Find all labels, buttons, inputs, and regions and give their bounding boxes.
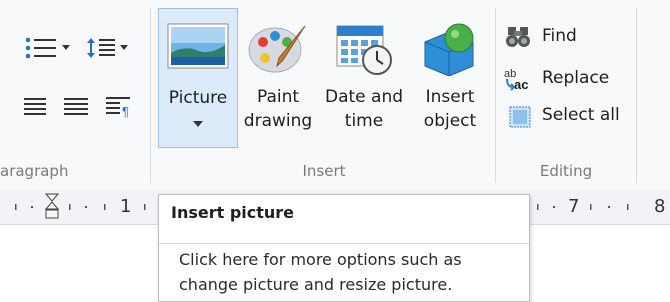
date-time-label-line2: time [344,111,384,131]
insert-object-label-line1: Insert [425,87,475,107]
paint-label-line2: drawing [243,111,313,131]
svg-text:¶: ¶ [122,104,129,119]
group-separator [636,8,637,183]
insert-object-button[interactable]: Insert object [410,8,490,148]
bullet-list-icon [25,37,70,59]
line-spacing-icon [87,38,128,58]
editing-group-label: Editing [539,162,593,180]
select-all-label: Select all [542,105,620,125]
paragraph-group-label: aragraph [0,162,69,180]
ribbon: ¶ aragraph Picture Paint drawing Date an… [0,0,670,191]
insert-group-label: Insert [302,162,346,180]
date-time-button[interactable]: Date and time [318,8,410,148]
picture-label: Picture [168,88,228,108]
dropdown-arrow-icon [193,121,203,127]
picture-icon [167,23,229,69]
binoculars-icon [506,27,530,47]
align-left-icon [24,98,46,115]
group-separator [150,8,151,183]
paint-label-line1: Paint [256,87,300,107]
ruler-number-1: 1 [120,196,132,217]
insert-object-label-line2: object [423,111,477,131]
tooltip-divider [159,243,529,244]
select-all-button[interactable]: Select all [500,103,640,131]
tooltip-line-1: Click here for more options such as [179,250,462,269]
paint-palette-icon [248,25,306,73]
paragraph-icon: ¶ [106,97,130,119]
line-spacing-button[interactable] [86,36,136,60]
replace-button[interactable]: ab ac Replace [500,66,640,94]
ruler-number-8: 8 [654,196,666,217]
replace-icon: ab ac [504,68,528,92]
paragraph-settings-button[interactable]: ¶ [106,94,136,120]
tooltip-title: Insert picture [171,203,295,222]
tooltip-body: Click here for more options such as chan… [179,247,462,297]
select-all-icon [509,106,531,128]
find-label: Find [542,26,577,46]
insert-picture-tooltip: Insert picture Click here for more optio… [158,194,530,302]
indent-marker-icon[interactable] [44,193,60,219]
ruler-number-7: 7 [568,196,580,217]
justify-button[interactable] [64,96,90,118]
find-button[interactable]: Find [500,24,640,52]
align-left-button[interactable] [24,96,50,118]
date-time-label-line1: Date and [324,87,404,107]
paint-drawing-button[interactable]: Paint drawing [238,8,318,148]
tooltip-line-2: change picture and resize picture. [179,275,453,294]
justify-icon [64,98,88,115]
bullet-list-button[interactable] [24,36,74,60]
svg-text:ac: ac [514,77,528,92]
group-separator [495,8,496,183]
calendar-clock-icon [336,25,392,75]
insert-object-icon [424,23,474,76]
replace-label: Replace [542,68,610,88]
insert-picture-button[interactable]: Picture [158,8,238,148]
